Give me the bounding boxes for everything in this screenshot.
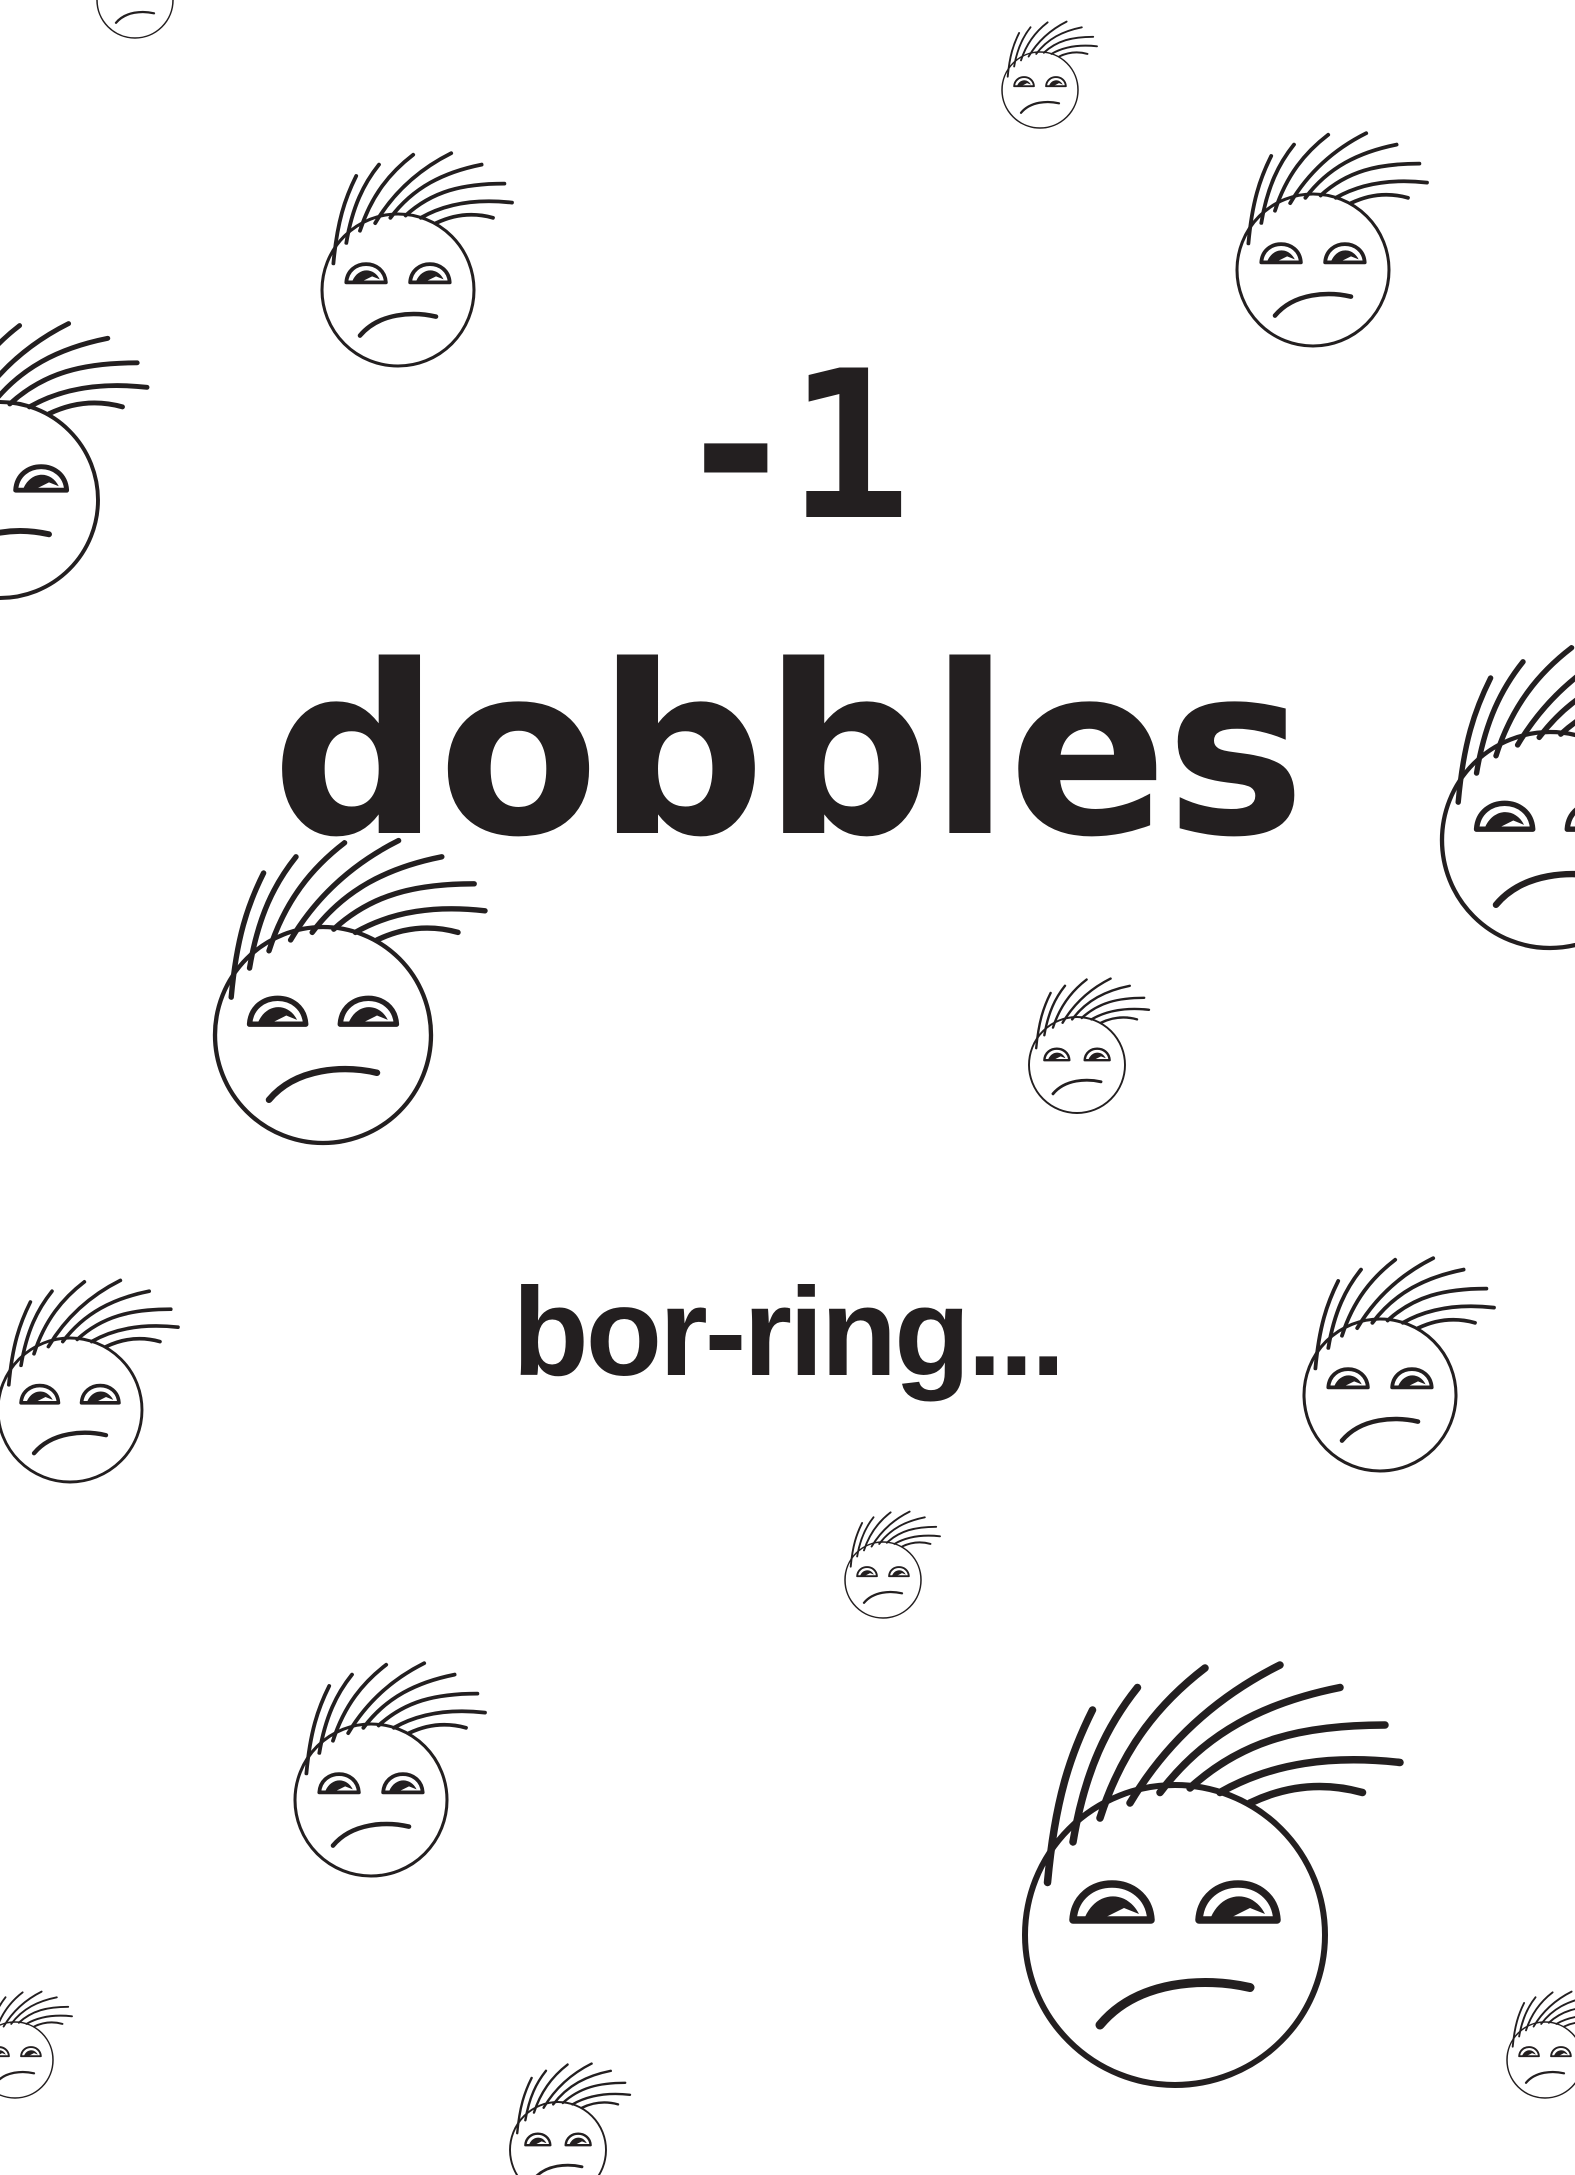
grumpy-face-icon	[1506, 1990, 1575, 2099]
grumpy-face-icon	[0, 1990, 73, 2099]
grumpy-face-background	[0, 0, 1575, 2175]
grumpy-face-icon	[293, 1661, 487, 1878]
grumpy-face-icon	[96, 0, 174, 39]
grumpy-face-icon	[844, 1510, 941, 1619]
grumpy-face-icon	[320, 151, 514, 368]
dobbles-title: dobbles	[271, 616, 1306, 889]
grumpy-face-icon	[1022, 1661, 1404, 2088]
score-value: -1	[674, 328, 911, 566]
grumpy-face-icon	[1001, 20, 1098, 129]
grumpy-face-icon	[509, 2062, 632, 2175]
bor-ring-caption: bor-ring...	[512, 1263, 1065, 1402]
grumpy-face-icon	[1235, 131, 1429, 348]
grumpy-face-icon	[1028, 977, 1151, 1114]
